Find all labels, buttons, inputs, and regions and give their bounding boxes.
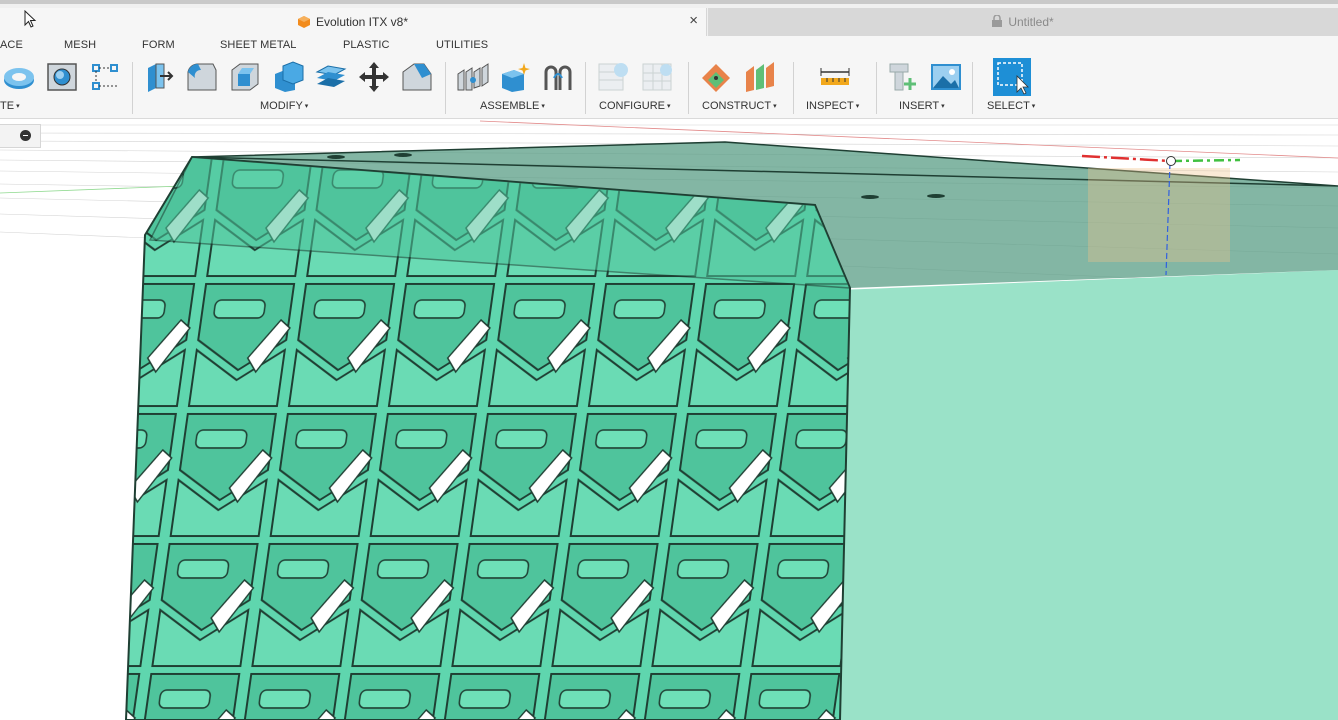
press-pull-icon[interactable] — [142, 60, 176, 94]
document-cube-icon — [297, 16, 310, 28]
inspect-menu[interactable]: INSPECT ▾ — [806, 100, 859, 112]
toolbar-divider — [972, 62, 973, 114]
toolbar-divider — [688, 62, 689, 114]
toolbar-divider — [132, 62, 133, 114]
tab-title: Untitled* — [1008, 15, 1054, 29]
tab-form[interactable]: FORM — [142, 39, 175, 51]
tab-title: Evolution ITX v8* — [315, 15, 409, 29]
insert-image-icon[interactable] — [929, 60, 963, 94]
midplane-icon[interactable] — [743, 60, 777, 94]
select-menu[interactable]: SELECT ▾ — [987, 100, 1035, 112]
tab-utilities[interactable]: UTILITIES — [436, 39, 488, 51]
browser-panel-collapsed — [0, 124, 41, 148]
configure-menu[interactable]: CONFIGURE ▾ — [599, 100, 671, 112]
toolbar: TE ▾ MODIFY ▾ ASSEMBLE ▾ CONFIGURE ▾ CON… — [0, 54, 1338, 119]
tab-untitled[interactable]: Untitled* — [708, 8, 1338, 36]
select-icon[interactable] — [993, 58, 1031, 96]
fillet-icon[interactable] — [185, 60, 219, 94]
toolbar-divider — [585, 62, 586, 114]
tab-plastic[interactable]: PLASTIC — [343, 39, 390, 51]
shell-icon[interactable] — [228, 60, 262, 94]
lock-icon — [992, 13, 1003, 30]
tab-surface[interactable]: ACE — [0, 39, 23, 51]
tab-mesh[interactable]: MESH — [64, 39, 96, 51]
configure-grid-icon[interactable] — [640, 60, 674, 94]
model-canvas[interactable] — [0, 119, 1338, 720]
toolbar-divider — [445, 62, 446, 114]
workspace-tabs: ACE MESH FORM SHEET METAL PLASTIC UTILIT… — [0, 36, 1338, 54]
combine-icon[interactable] — [271, 60, 305, 94]
sketch-dimension-icon[interactable] — [88, 60, 122, 94]
assemble-menu[interactable]: ASSEMBLE ▾ — [480, 100, 545, 112]
create-menu[interactable]: TE ▾ — [0, 100, 20, 112]
3d-viewport[interactable] — [0, 119, 1338, 720]
construct-menu[interactable]: CONSTRUCT ▾ — [702, 100, 777, 112]
chamfer-icon[interactable] — [400, 60, 434, 94]
configure-table-icon[interactable] — [597, 60, 631, 94]
new-component-icon[interactable] — [498, 60, 532, 94]
insert-menu[interactable]: INSERT ▾ — [899, 100, 945, 112]
move-icon[interactable] — [357, 60, 391, 94]
hole-icon[interactable] — [45, 60, 79, 94]
plane-icon[interactable] — [700, 60, 734, 94]
collapse-icon[interactable] — [20, 130, 31, 141]
close-tab-icon[interactable]: × — [689, 13, 698, 28]
revolve-icon[interactable] — [2, 60, 36, 94]
insert-mesh-icon[interactable] — [886, 60, 920, 94]
tab-sheet-metal[interactable]: SHEET METAL — [220, 39, 297, 51]
motion-link-icon[interactable] — [541, 60, 575, 94]
toolbar-divider — [793, 62, 794, 114]
toolbar-divider — [876, 62, 877, 114]
offset-face-icon[interactable] — [314, 60, 348, 94]
document-tab-bar: Evolution ITX v8* × Untitled* — [0, 4, 1338, 36]
modify-menu[interactable]: MODIFY ▾ — [260, 100, 308, 112]
joint-icon[interactable] — [455, 60, 489, 94]
measure-icon[interactable] — [818, 60, 852, 94]
mouse-cursor-icon — [24, 10, 37, 28]
tab-evolution-itx[interactable]: Evolution ITX v8* × — [0, 8, 707, 36]
